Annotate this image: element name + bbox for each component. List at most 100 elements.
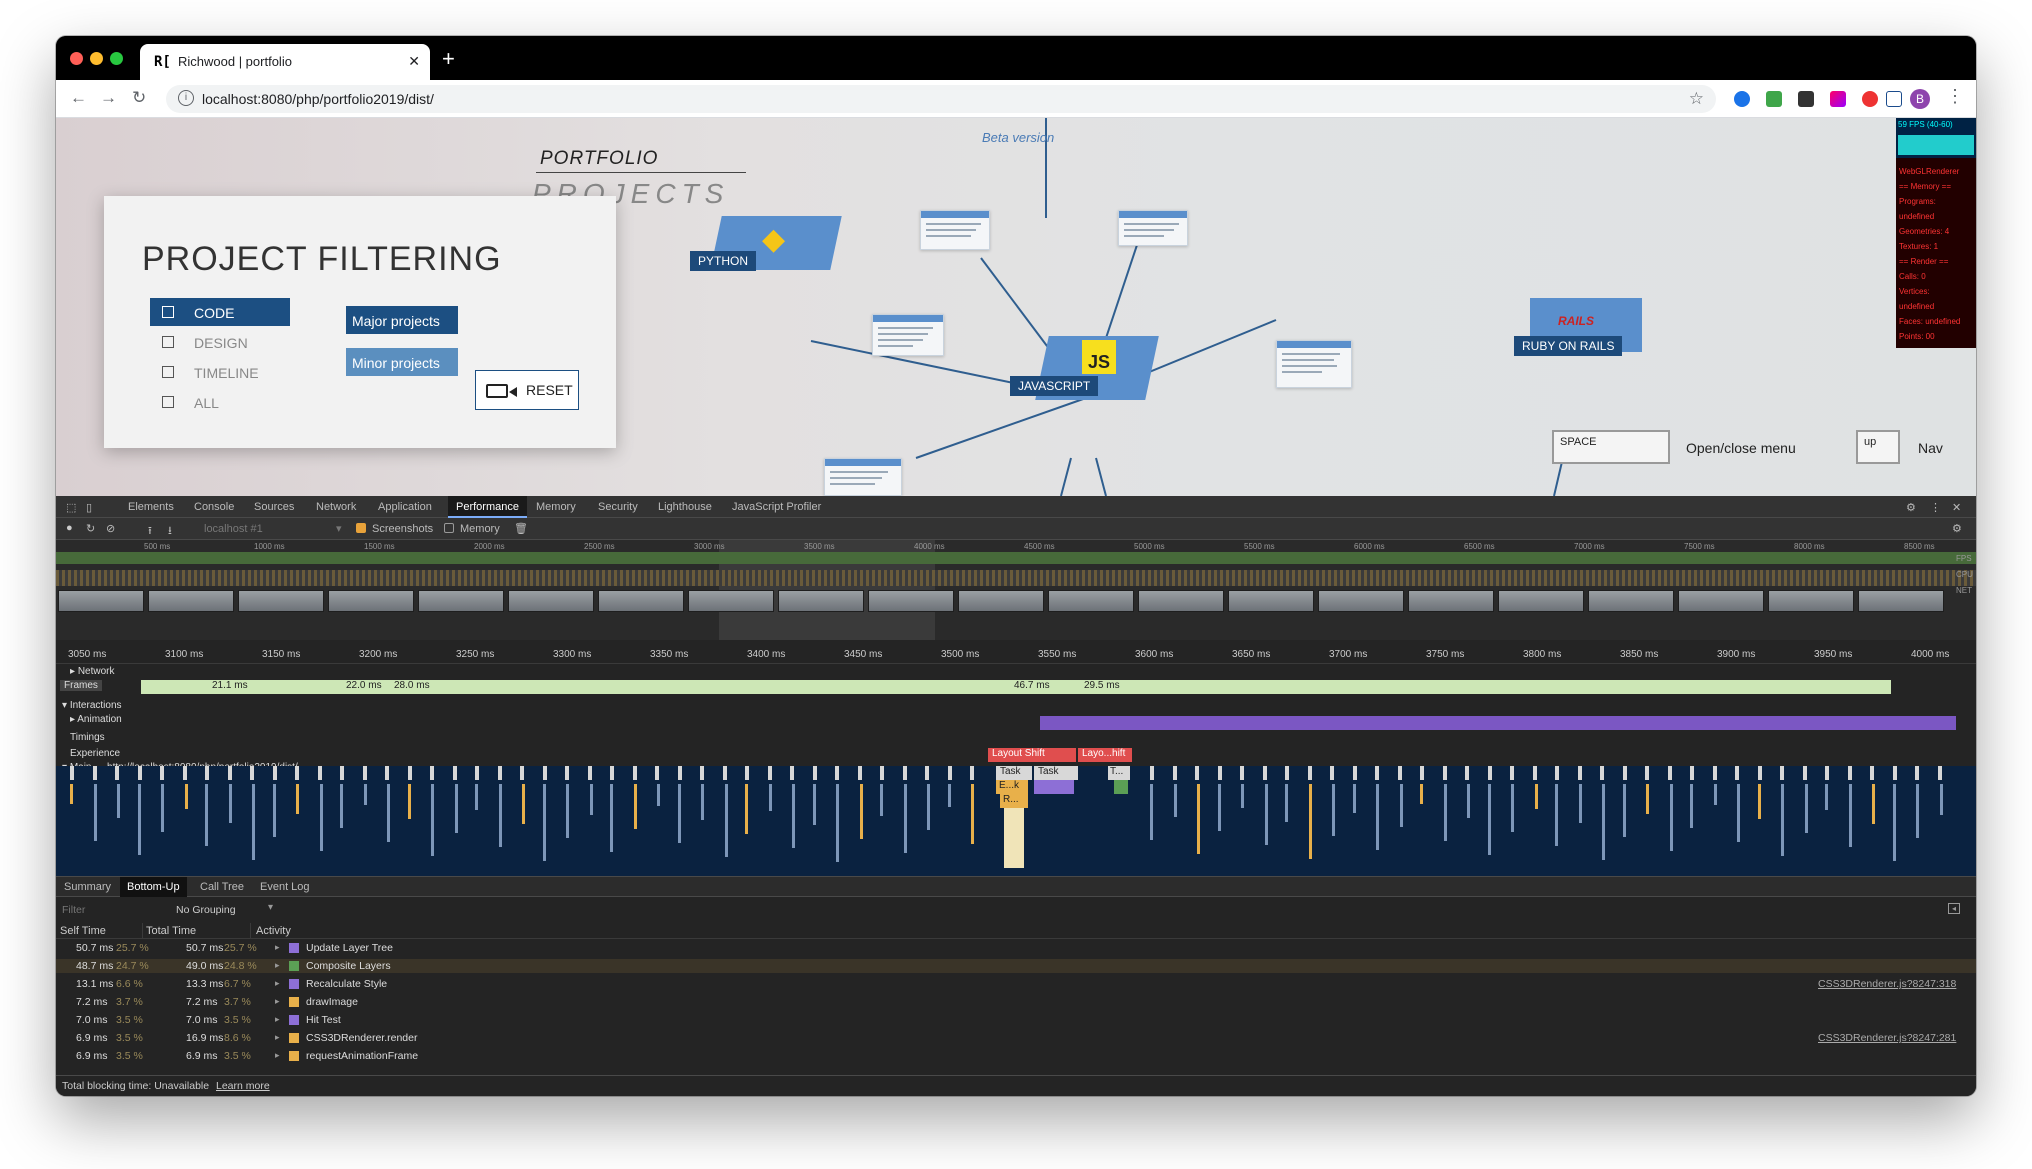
call-bar[interactable]: [431, 784, 434, 856]
task-block[interactable]: Task: [1034, 766, 1078, 780]
task-bar[interactable]: [205, 766, 209, 780]
task-bar[interactable]: [970, 766, 974, 780]
tab-performance[interactable]: Performance: [448, 496, 527, 518]
task-bar[interactable]: [790, 766, 794, 780]
task-bar[interactable]: [1150, 766, 1154, 780]
call-bar[interactable]: [272, 784, 276, 837]
project-thumb[interactable]: [920, 210, 990, 250]
call-bar[interactable]: [1173, 784, 1177, 817]
call-bar[interactable]: [1487, 784, 1491, 855]
source-link[interactable]: CSS3DRenderer.js?8247:281: [1818, 1032, 1956, 1044]
task-bar[interactable]: [1780, 766, 1784, 780]
extension-icon-6[interactable]: [1886, 91, 1902, 107]
tab-sources[interactable]: Sources: [254, 501, 294, 513]
call-bar[interactable]: [1892, 784, 1896, 861]
call-bar[interactable]: [1150, 784, 1153, 840]
project-thumb[interactable]: [1276, 340, 1352, 388]
target-select[interactable]: localhost #1: [204, 523, 263, 535]
task-bar[interactable]: [1442, 766, 1447, 780]
task-bar[interactable]: [1915, 766, 1919, 780]
call-bar[interactable]: [1602, 784, 1605, 860]
screenshots-checkbox[interactable]: [356, 523, 366, 533]
inspect-icon[interactable]: ⬚: [66, 501, 76, 514]
call-bar[interactable]: [1308, 784, 1312, 859]
call-bar[interactable]: [1285, 784, 1288, 822]
task-bar[interactable]: [317, 766, 322, 780]
project-thumb[interactable]: [872, 314, 944, 356]
expand-arrow-icon[interactable]: ▸: [275, 960, 280, 971]
task-bar[interactable]: [1577, 766, 1582, 780]
call-bar[interactable]: [971, 784, 974, 844]
close-devtools-icon[interactable]: ✕: [1952, 501, 1961, 514]
call-bar[interactable]: [633, 784, 637, 829]
call-bar[interactable]: [566, 784, 569, 838]
task-bar[interactable]: [1532, 766, 1537, 780]
task-bar[interactable]: [1825, 766, 1829, 780]
table-row[interactable]: 7.2 ms 3.7 % 7.2 ms 3.7 % ▸ drawImage: [56, 995, 1976, 1009]
tab-summary[interactable]: Summary: [64, 881, 111, 893]
upload-icon[interactable]: ⭱: [148, 522, 152, 541]
task-bar[interactable]: [92, 766, 97, 780]
task-block[interactable]: T...: [1108, 766, 1130, 780]
reload-icon[interactable]: ↻: [132, 88, 146, 108]
task-bar[interactable]: [1892, 766, 1897, 780]
table-row[interactable]: 48.7 ms 24.7 % 49.0 ms 24.8 % ▸ Composite Lay…: [56, 959, 1976, 973]
call-bar[interactable]: [1376, 784, 1379, 850]
task-bar[interactable]: [1600, 766, 1604, 780]
forward-icon[interactable]: →: [100, 88, 117, 108]
call-bar[interactable]: [859, 784, 863, 839]
event-block[interactable]: R...: [1000, 794, 1028, 808]
call-bar[interactable]: [475, 784, 478, 810]
timings-track[interactable]: Timings: [56, 732, 1976, 746]
python-label[interactable]: PYTHON: [690, 251, 757, 271]
task-bar[interactable]: [430, 766, 434, 780]
call-bar[interactable]: [161, 784, 164, 832]
rails-label[interactable]: RUBY ON RAILS: [1514, 336, 1623, 356]
event-block[interactable]: [1034, 780, 1074, 794]
expand-arrow-icon[interactable]: ▸: [275, 978, 280, 989]
task-bar[interactable]: [250, 766, 254, 780]
task-bar[interactable]: [1622, 766, 1627, 780]
extension-icon-2[interactable]: [1766, 91, 1782, 107]
call-bar[interactable]: [1555, 784, 1558, 846]
screenshot-thumb[interactable]: [58, 590, 144, 612]
call-bar[interactable]: [387, 784, 390, 842]
task-bar[interactable]: [272, 766, 277, 780]
address-bar[interactable]: i localhost:8080/php/portfolio2019/dist/…: [166, 85, 1716, 113]
extension-icon-1[interactable]: [1734, 91, 1750, 107]
call-bar[interactable]: [93, 784, 97, 841]
call-bar[interactable]: [610, 784, 613, 852]
learn-more-link[interactable]: Learn more: [216, 1080, 270, 1092]
call-bar[interactable]: [947, 784, 951, 807]
call-bar[interactable]: [1848, 784, 1852, 847]
task-bar[interactable]: [1217, 766, 1222, 780]
tab-memory[interactable]: Memory: [536, 501, 576, 513]
task-bar[interactable]: [160, 766, 164, 780]
task-bar[interactable]: [925, 766, 929, 780]
task-bar[interactable]: [340, 766, 344, 780]
screenshot-thumb[interactable]: [688, 590, 774, 612]
call-bar[interactable]: [70, 784, 73, 804]
task-bar[interactable]: [880, 766, 884, 780]
call-bar[interactable]: [1332, 784, 1335, 836]
info-icon[interactable]: i: [178, 90, 194, 106]
screenshot-thumb[interactable]: [958, 590, 1044, 612]
call-bar[interactable]: [677, 784, 681, 843]
screenshot-thumb[interactable]: [1678, 590, 1764, 612]
zoom-window-button[interactable]: [110, 52, 123, 65]
task-bar[interactable]: [295, 766, 299, 780]
call-bar[interactable]: [1352, 784, 1356, 813]
screenshot-thumb[interactable]: [1588, 590, 1674, 612]
call-bar[interactable]: [589, 784, 593, 815]
call-bar[interactable]: [1713, 784, 1717, 805]
task-bar[interactable]: [1735, 766, 1739, 780]
task-bar[interactable]: [475, 766, 479, 780]
extension-icon-5[interactable]: [1862, 91, 1878, 107]
garbage-collect-icon[interactable]: 🗑: [514, 522, 528, 535]
task-bar[interactable]: [452, 766, 457, 780]
call-bar[interactable]: [340, 784, 343, 828]
call-bar[interactable]: [1781, 784, 1784, 856]
settings-gear-icon[interactable]: ⚙: [1906, 501, 1916, 514]
grouping-dropdown-icon[interactable]: ▾: [268, 902, 273, 913]
minimize-window-button[interactable]: [90, 52, 103, 65]
